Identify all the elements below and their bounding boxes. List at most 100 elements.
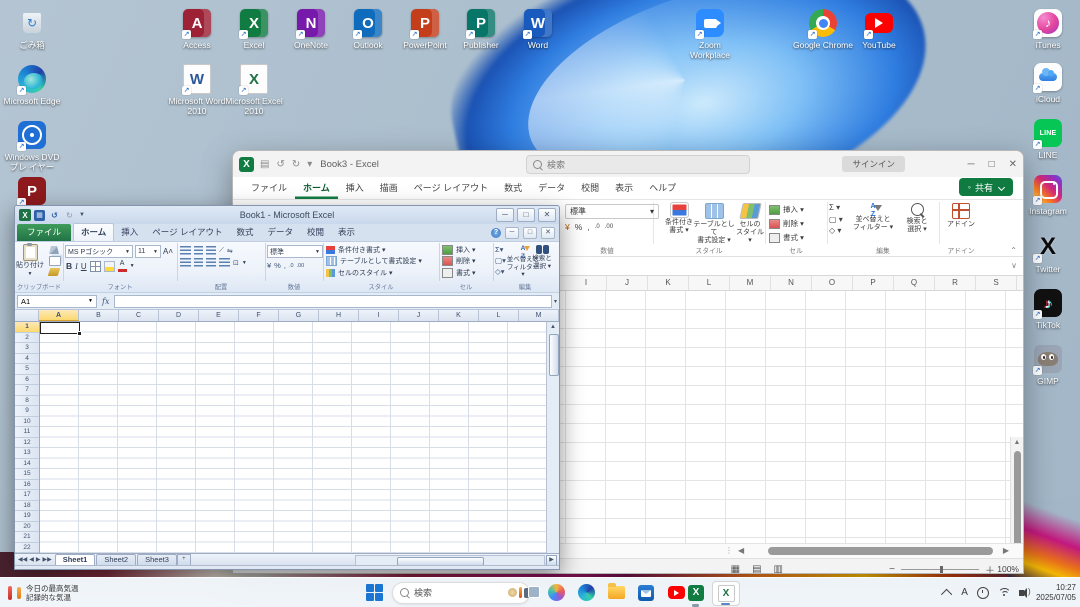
excel365-tab-7[interactable]: データ (530, 177, 573, 199)
bold-icon[interactable]: B (66, 261, 72, 271)
desktop-icon-word-2010[interactable]: W↗ Microsoft Word 2010 (165, 64, 229, 116)
italic-icon[interactable]: I (75, 262, 78, 271)
expand-formula-bar-icon[interactable]: ▾ (554, 298, 557, 305)
column-header-E[interactable]: E (199, 310, 239, 321)
formula-input[interactable] (114, 295, 552, 308)
row-header-8[interactable]: 8 (15, 396, 39, 407)
excel2010-grid[interactable]: ▲ (40, 322, 559, 553)
desktop-icon-powerpoint[interactable]: P↗ PowerPoint (393, 8, 457, 50)
format-as-table-button[interactable]: テーブルとして 書式設定 ▾ (691, 203, 737, 245)
column-header-K[interactable]: K (439, 310, 479, 321)
excel2010-tab-4[interactable]: ページ レイアウト (145, 224, 229, 241)
desktop-icon-recycle-bin[interactable]: ↻ ごみ箱 (0, 8, 64, 50)
save-icon[interactable]: ▤ (260, 159, 269, 170)
clipboard-small-buttons[interactable] (49, 246, 61, 276)
row-header-21[interactable]: 21 (15, 532, 39, 543)
align-left-icon[interactable] (180, 258, 191, 267)
desktop-icon-word[interactable]: W↗ Word (506, 8, 570, 50)
column-header-D[interactable]: D (159, 310, 199, 321)
desktop-icon-publisher[interactable]: P↗ Publisher (449, 8, 513, 50)
borders-icon[interactable] (90, 261, 101, 272)
column-header-J[interactable]: J (607, 276, 648, 290)
row-header-6[interactable]: 6 (15, 375, 39, 386)
row-header-14[interactable]: 14 (15, 459, 39, 470)
column-header-I[interactable]: I (359, 310, 399, 321)
select-all-corner[interactable] (15, 310, 39, 321)
desktop-icon-pdf-app[interactable]: P↗ (0, 176, 64, 208)
excel365-tab-8[interactable]: 校閲 (573, 177, 607, 199)
taskbar-search[interactable]: 検索 (392, 582, 530, 604)
delete-cells-button[interactable]: 削除 ▾ (769, 218, 804, 229)
align-bottom-icon[interactable] (206, 246, 216, 255)
close-icon[interactable]: ✕ (538, 208, 556, 222)
row-header-22[interactable]: 22 (15, 543, 39, 554)
fill-icon[interactable]: ▢ ▾ (829, 215, 843, 224)
excel2010-column-headers[interactable]: ABCDEFGHIJKLM (15, 310, 559, 322)
column-header-A[interactable]: A (39, 310, 79, 321)
undo-icon[interactable]: ↺ (276, 159, 284, 170)
share-button[interactable]: ◦共有 (959, 178, 1013, 196)
font-size-select[interactable]: 11▼ (135, 245, 161, 258)
excel2010-tab-3[interactable]: 挿入 (114, 224, 145, 241)
column-header-C[interactable]: C (119, 310, 159, 321)
font-name-select[interactable]: MS Pゴシック▼ (65, 245, 133, 258)
desktop-icon-excel-2010[interactable]: X↗ Microsoft Excel 2010 (222, 64, 286, 116)
row-header-15[interactable]: 15 (15, 469, 39, 480)
conditional-formatting-button[interactable]: 条件付き書式 ▾ (326, 245, 439, 255)
excel365-tab-6[interactable]: 数式 (496, 177, 530, 199)
taskbar-clock[interactable]: 10:27 2025/07/05 (1036, 583, 1076, 602)
name-box[interactable]: A1▼ (17, 295, 97, 308)
minimize-icon[interactable]: ─ (496, 208, 514, 222)
taskbar-youtube[interactable] (666, 583, 686, 603)
column-header-Q[interactable]: Q (894, 276, 935, 290)
redo-icon[interactable]: ↻ (292, 159, 300, 170)
sort-filter-button[interactable]: AZ並べ替えと フィルター ▾ (851, 203, 895, 232)
row-header-12[interactable]: 12 (15, 438, 39, 449)
desktop-icon-gimp[interactable]: ↗ GIMP (1016, 344, 1080, 386)
column-header-J[interactable]: J (399, 310, 439, 321)
clock-icon[interactable] (977, 587, 989, 599)
sheet-nav-buttons[interactable]: ◀◀◀ ▶▶▶ (15, 556, 55, 563)
desktop-icon-line[interactable]: LINE↗ LINE (1016, 118, 1080, 160)
find-select-button[interactable]: 検索と 選択 ▾ (895, 203, 939, 234)
column-header-K[interactable]: K (648, 276, 689, 290)
fill-color-icon[interactable] (104, 261, 115, 272)
format-as-table-button[interactable]: テーブルとして書式設定 ▾ (326, 256, 439, 266)
row-header-11[interactable]: 11 (15, 427, 39, 438)
desktop-icon-zoom[interactable]: ↗ Zoom Workplace (678, 8, 742, 60)
row-header-9[interactable]: 9 (15, 406, 39, 417)
grow-font-icon[interactable]: A˄ (163, 247, 173, 256)
signin-button[interactable]: サインイン (842, 156, 905, 172)
number-format-buttons[interactable]: ¥%, .0.00 (565, 222, 653, 232)
paste-button[interactable]: 貼り付け ▼ (15, 244, 45, 278)
qat-dropdown-icon[interactable]: ▾ (307, 159, 312, 170)
desktop-icon-tiktok[interactable]: ♪↗ TikTok (1016, 288, 1080, 330)
column-header-L[interactable]: L (689, 276, 730, 290)
active-cell-A1[interactable] (40, 322, 80, 334)
column-header-B[interactable]: B (79, 310, 119, 321)
clear-icon[interactable]: ◇ ▾ (829, 226, 843, 235)
column-header-M[interactable]: M (730, 276, 771, 290)
excel2010-row-headers[interactable]: 1234567891011121314151617181920212223 (15, 322, 40, 553)
column-header-S[interactable]: S (976, 276, 1017, 290)
column-header-L[interactable]: L (479, 310, 519, 321)
excel2010-vertical-scrollbar[interactable]: ▲ (546, 322, 559, 553)
help-icon[interactable]: ? (491, 228, 501, 238)
excel2010-tab-8[interactable]: 表示 (331, 224, 362, 241)
row-header-5[interactable]: 5 (15, 364, 39, 375)
row-header-1[interactable]: 1 (15, 322, 39, 333)
desktop-icon-youtube[interactable]: ↗ YouTube (847, 8, 911, 50)
taskbar-edge[interactable] (576, 583, 596, 603)
column-header-R[interactable]: R (935, 276, 976, 290)
view-shortcuts[interactable]: ▦▤▥ (392, 568, 421, 571)
column-header-O[interactable]: O (812, 276, 853, 290)
start-button[interactable] (366, 584, 383, 601)
desktop-icon-excel[interactable]: X↗ Excel (222, 8, 286, 50)
taskbar-outlook[interactable] (636, 583, 656, 603)
column-header-H[interactable]: H (319, 310, 359, 321)
cell-styles-button[interactable]: セルの スタイル ▾ (735, 203, 765, 245)
row-header-17[interactable]: 17 (15, 490, 39, 501)
view-shortcuts[interactable]: ▦▤▥ (731, 564, 783, 575)
insert-cells-button[interactable]: 挿入 ▾ (442, 245, 493, 255)
desktop-icon-itunes[interactable]: ♪↗ iTunes (1016, 8, 1080, 50)
